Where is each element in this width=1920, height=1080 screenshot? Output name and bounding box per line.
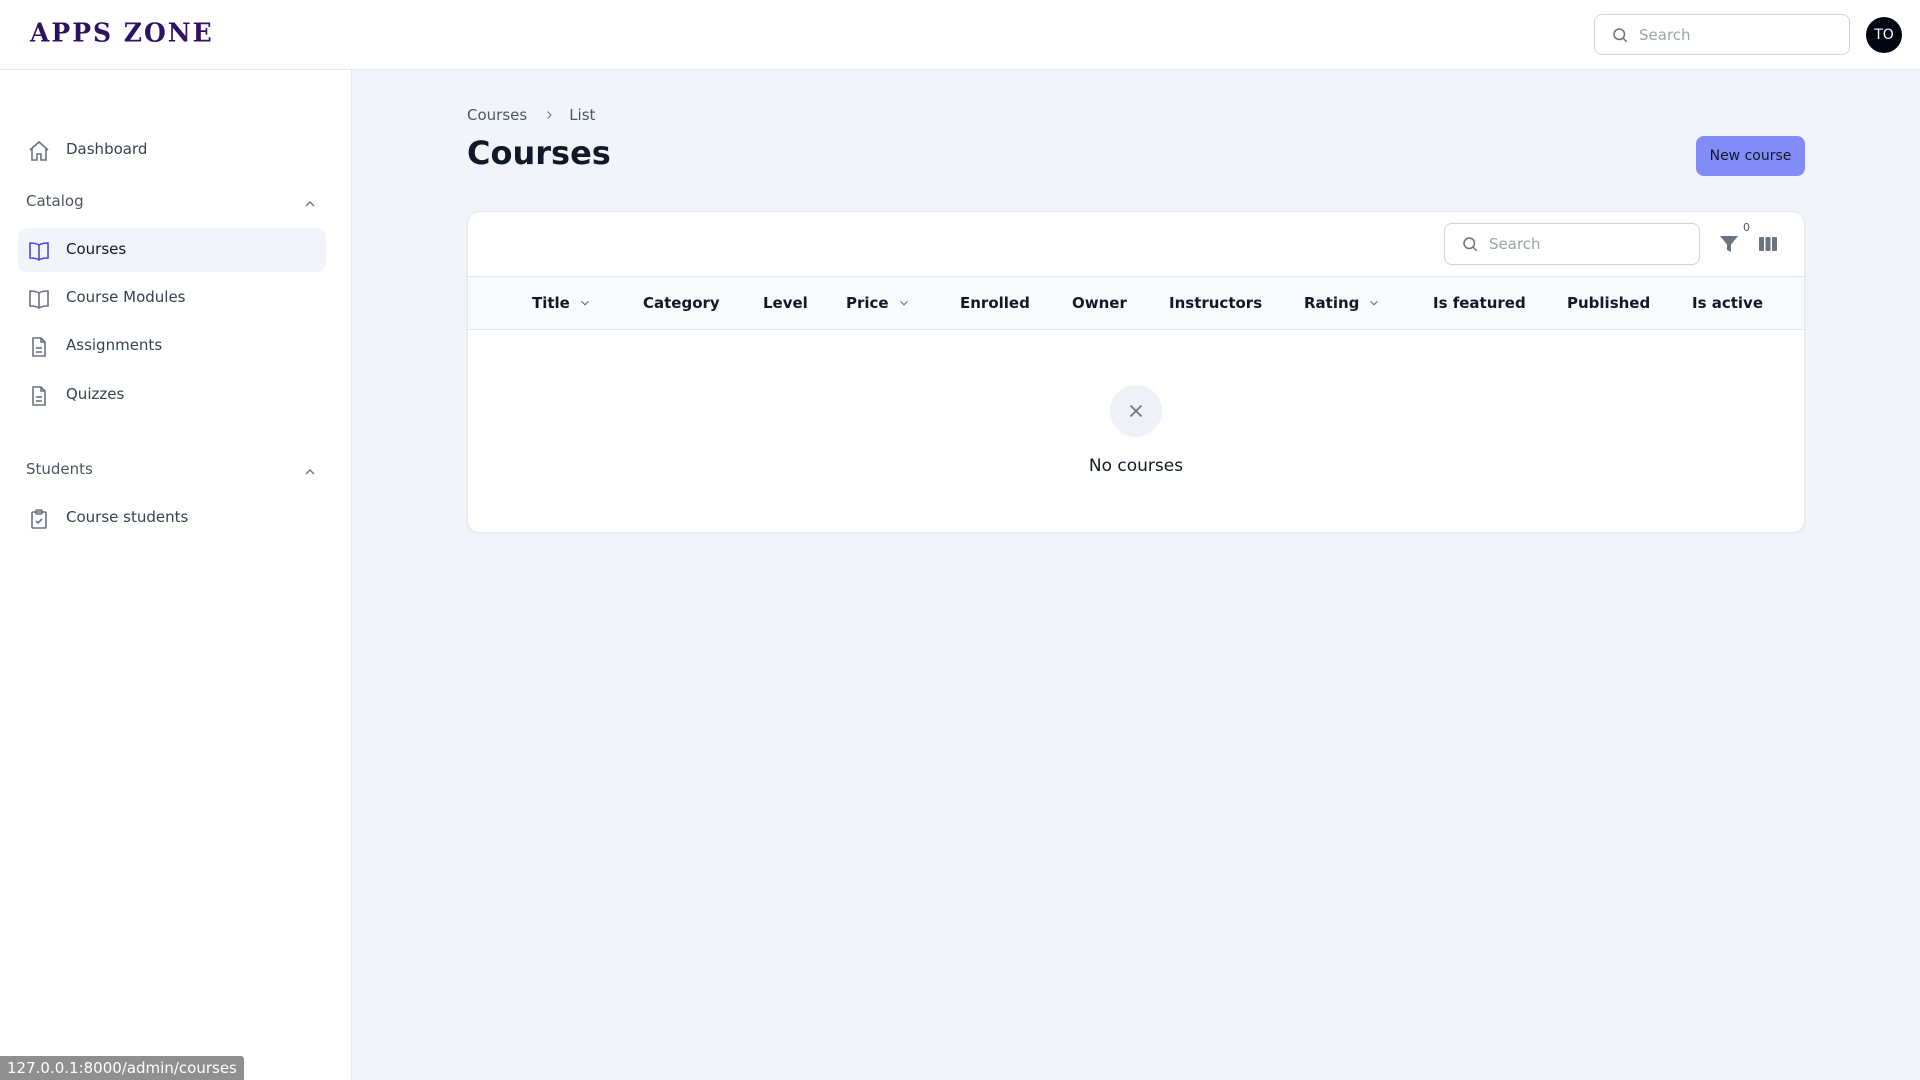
- global-search-input[interactable]: [1639, 15, 1839, 54]
- sidebar-item-quizzes[interactable]: Quizzes: [18, 373, 326, 417]
- chevron-right-icon: [543, 109, 555, 121]
- courses-table-card: 0 Title Category Level Price Enrolled Ow…: [467, 211, 1805, 533]
- column-header-level: Level: [763, 294, 808, 312]
- clipboard-check-icon: [31, 509, 47, 529]
- empty-state-icon-wrap: [1110, 385, 1162, 437]
- column-header-enrolled: Enrolled: [960, 294, 1030, 312]
- chevron-up-icon: [305, 469, 315, 475]
- funnel-icon[interactable]: [1717, 232, 1741, 256]
- column-header-label: Is active: [1692, 294, 1764, 312]
- sidebar-item-label: Course students: [66, 508, 189, 526]
- chevron-down-icon: [578, 296, 592, 310]
- sidebar-group-students[interactable]: Students: [26, 460, 318, 484]
- filter-count-badge: 0: [1743, 221, 1750, 234]
- sidebar-group-label: Students: [26, 460, 93, 478]
- table-search-input[interactable]: [1489, 224, 1689, 264]
- status-bar-url: 127.0.0.1:8000/admin/courses: [0, 1056, 244, 1080]
- chevron-down-icon: [897, 296, 911, 310]
- table-header: Title Category Level Price Enrolled Owne…: [468, 276, 1804, 330]
- column-header-published: Published: [1567, 294, 1650, 312]
- top-bar: APPS ZONE TO: [0, 0, 1920, 70]
- column-header-owner: Owner: [1072, 294, 1127, 312]
- home-icon: [29, 140, 49, 161]
- search-icon: [1463, 237, 1478, 252]
- document-icon: [32, 386, 46, 406]
- column-header-rating[interactable]: Rating: [1304, 294, 1381, 312]
- book-open-icon: [29, 290, 49, 309]
- column-header-is-active: Is active: [1692, 294, 1763, 312]
- column-header-category: Category: [643, 294, 720, 312]
- column-header-is-featured: Is featured: [1433, 294, 1526, 312]
- chevron-down-icon: [1367, 296, 1381, 310]
- sidebar-item-course-students[interactable]: Course students: [18, 496, 326, 540]
- document-icon: [32, 337, 46, 357]
- sidebar-item-course-modules[interactable]: Course Modules: [18, 276, 326, 320]
- column-header-label: Is featured: [1433, 294, 1526, 312]
- column-header-instructors: Instructors: [1169, 294, 1262, 312]
- column-header-label: Title: [532, 294, 570, 312]
- breadcrumb-link-courses[interactable]: Courses: [467, 106, 527, 124]
- sidebar-item-assignments[interactable]: Assignments: [18, 324, 326, 368]
- sidebar-item-courses[interactable]: Courses: [18, 228, 326, 272]
- sidebar-item-label: Course Modules: [66, 288, 186, 306]
- column-header-label: Rating: [1304, 294, 1360, 312]
- search-icon: [1613, 28, 1628, 43]
- chevron-up-icon: [305, 201, 315, 207]
- sidebar-item-label: Assignments: [66, 336, 163, 354]
- sidebar-item-label: Courses: [66, 240, 127, 258]
- page-title: Courses: [467, 134, 611, 172]
- column-header-label: Instructors: [1169, 294, 1263, 312]
- sidebar-group-catalog[interactable]: Catalog: [26, 192, 318, 216]
- breadcrumb-current: List: [569, 106, 596, 124]
- columns-icon[interactable]: [1756, 232, 1780, 256]
- new-course-button[interactable]: New course: [1696, 136, 1805, 176]
- user-avatar[interactable]: TO: [1866, 17, 1902, 53]
- column-header-label: Published: [1567, 294, 1651, 312]
- book-open-icon: [29, 242, 49, 261]
- empty-state-text: No courses: [1088, 456, 1184, 476]
- sidebar-item-label: Quizzes: [66, 385, 125, 403]
- breadcrumb: Courses List: [467, 106, 595, 124]
- sidebar-item-dashboard[interactable]: Dashboard: [18, 128, 326, 172]
- column-header-label: Owner: [1072, 294, 1127, 312]
- column-header-label: Price: [846, 294, 889, 312]
- column-header-title[interactable]: Title: [532, 294, 592, 312]
- sidebar-item-label: Dashboard: [66, 140, 148, 158]
- sidebar: Dashboard Catalog Courses Course Modules…: [0, 70, 352, 1080]
- sidebar-group-label: Catalog: [26, 192, 84, 210]
- global-search[interactable]: [1594, 14, 1850, 55]
- column-header-label: Category: [643, 294, 720, 312]
- table-search[interactable]: [1444, 223, 1700, 265]
- app-logo[interactable]: APPS ZONE: [30, 17, 214, 47]
- column-header-label: Enrolled: [960, 294, 1030, 312]
- column-header-price[interactable]: Price: [846, 294, 911, 312]
- x-mark-icon: [1129, 404, 1143, 418]
- column-header-label: Level: [763, 294, 808, 312]
